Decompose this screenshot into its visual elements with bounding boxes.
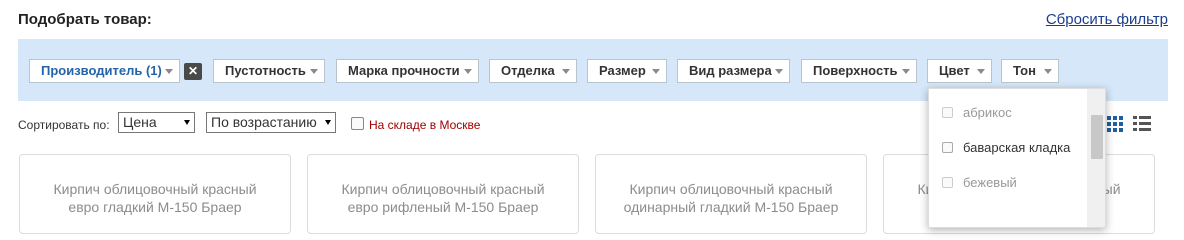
filter-label: Поверхность	[813, 63, 898, 78]
filter-voidness[interactable]: Пустотность	[213, 59, 325, 83]
color-option-label: бежевый	[963, 175, 1017, 190]
chevron-down-icon	[184, 120, 190, 125]
product-name: Кирпич облицовочный красный евро рифлены…	[308, 180, 578, 216]
product-name-line: Кирпич облицовочный красный	[341, 181, 545, 197]
filter-label: Тон	[1013, 63, 1036, 78]
grid-view-icon[interactable]	[1106, 115, 1124, 133]
filter-color[interactable]: Цвет	[927, 59, 992, 83]
filter-label: Вид размера	[689, 63, 772, 78]
filter-manufacturer[interactable]: Производитель (1)	[29, 59, 180, 83]
scrollbar-thumb[interactable]	[1091, 115, 1103, 159]
sort-order-value: По возрастанию	[211, 114, 317, 130]
filter-size[interactable]: Размер	[587, 59, 667, 83]
chevron-down-icon	[310, 69, 318, 74]
color-filter-dropdown: абрикос баварская кладка бежевый	[928, 88, 1106, 228]
chevron-down-icon	[165, 69, 173, 74]
in-stock-checkbox[interactable]	[351, 117, 364, 130]
filter-finish[interactable]: Отделка	[489, 59, 577, 83]
filter-label: Производитель (1)	[41, 63, 162, 78]
product-card[interactable]: Кирпич облицовочный красный евро гладкий…	[19, 154, 291, 234]
chevron-down-icon	[325, 120, 331, 125]
reset-filter-link[interactable]: Сбросить фильтр	[1046, 11, 1168, 28]
product-name: Кирпич облицовочный красный одинарный гл…	[596, 180, 866, 216]
filter-label: Цвет	[939, 63, 970, 78]
chevron-down-icon	[1044, 69, 1052, 74]
sort-label: Сортировать по:	[18, 118, 110, 132]
sort-field-value: Цена	[123, 114, 157, 130]
filter-strength-grade[interactable]: Марка прочности	[336, 59, 479, 83]
product-name-line: одинарный гладкий М-150 Браер	[623, 199, 839, 215]
filter-surface[interactable]: Поверхность	[801, 59, 917, 83]
chevron-down-icon	[562, 69, 570, 74]
color-option-label: баварская кладка	[963, 140, 1071, 155]
close-icon[interactable]: ✕	[184, 63, 202, 80]
product-card[interactable]: Кирпич облицовочный красный евро рифлены…	[307, 154, 579, 234]
color-option-checkbox	[942, 177, 953, 188]
in-stock-label: На складе в Москве	[369, 118, 481, 132]
product-name-line: евро рифленый М-150 Браер	[347, 199, 539, 215]
filter-size-type[interactable]: Вид размера	[677, 59, 790, 83]
color-option-checkbox[interactable]	[942, 142, 953, 153]
chevron-down-icon	[902, 69, 910, 74]
filter-label: Пустотность	[225, 63, 306, 78]
product-name: Кирпич облицовочный красный евро гладкий…	[20, 180, 290, 216]
filter-label: Размер	[599, 63, 646, 78]
color-option-label: абрикос	[963, 105, 1012, 120]
chevron-down-icon	[652, 69, 660, 74]
page-title: Подобрать товар:	[18, 11, 152, 28]
product-name-line: евро гладкий М-150 Браер	[68, 199, 242, 215]
color-option-checkbox	[942, 107, 953, 118]
chevron-down-icon	[977, 69, 985, 74]
filter-label: Отделка	[501, 63, 555, 78]
product-name-line: Кирпич облицовочный красный	[629, 181, 833, 197]
list-view-icon[interactable]	[1133, 115, 1151, 133]
chevron-down-icon	[775, 69, 783, 74]
sort-order-select[interactable]: По возрастанию	[206, 112, 336, 133]
dropdown-scrollbar[interactable]	[1087, 89, 1105, 227]
sort-field-select[interactable]: Цена	[118, 112, 195, 133]
product-name-line: Кирпич облицовочный красный	[53, 181, 257, 197]
chevron-down-icon	[464, 69, 472, 74]
product-card[interactable]: Кирпич облицовочный красный одинарный гл…	[595, 154, 867, 234]
filter-tone[interactable]: Тон	[1001, 59, 1059, 83]
filter-label: Марка прочности	[348, 63, 460, 78]
